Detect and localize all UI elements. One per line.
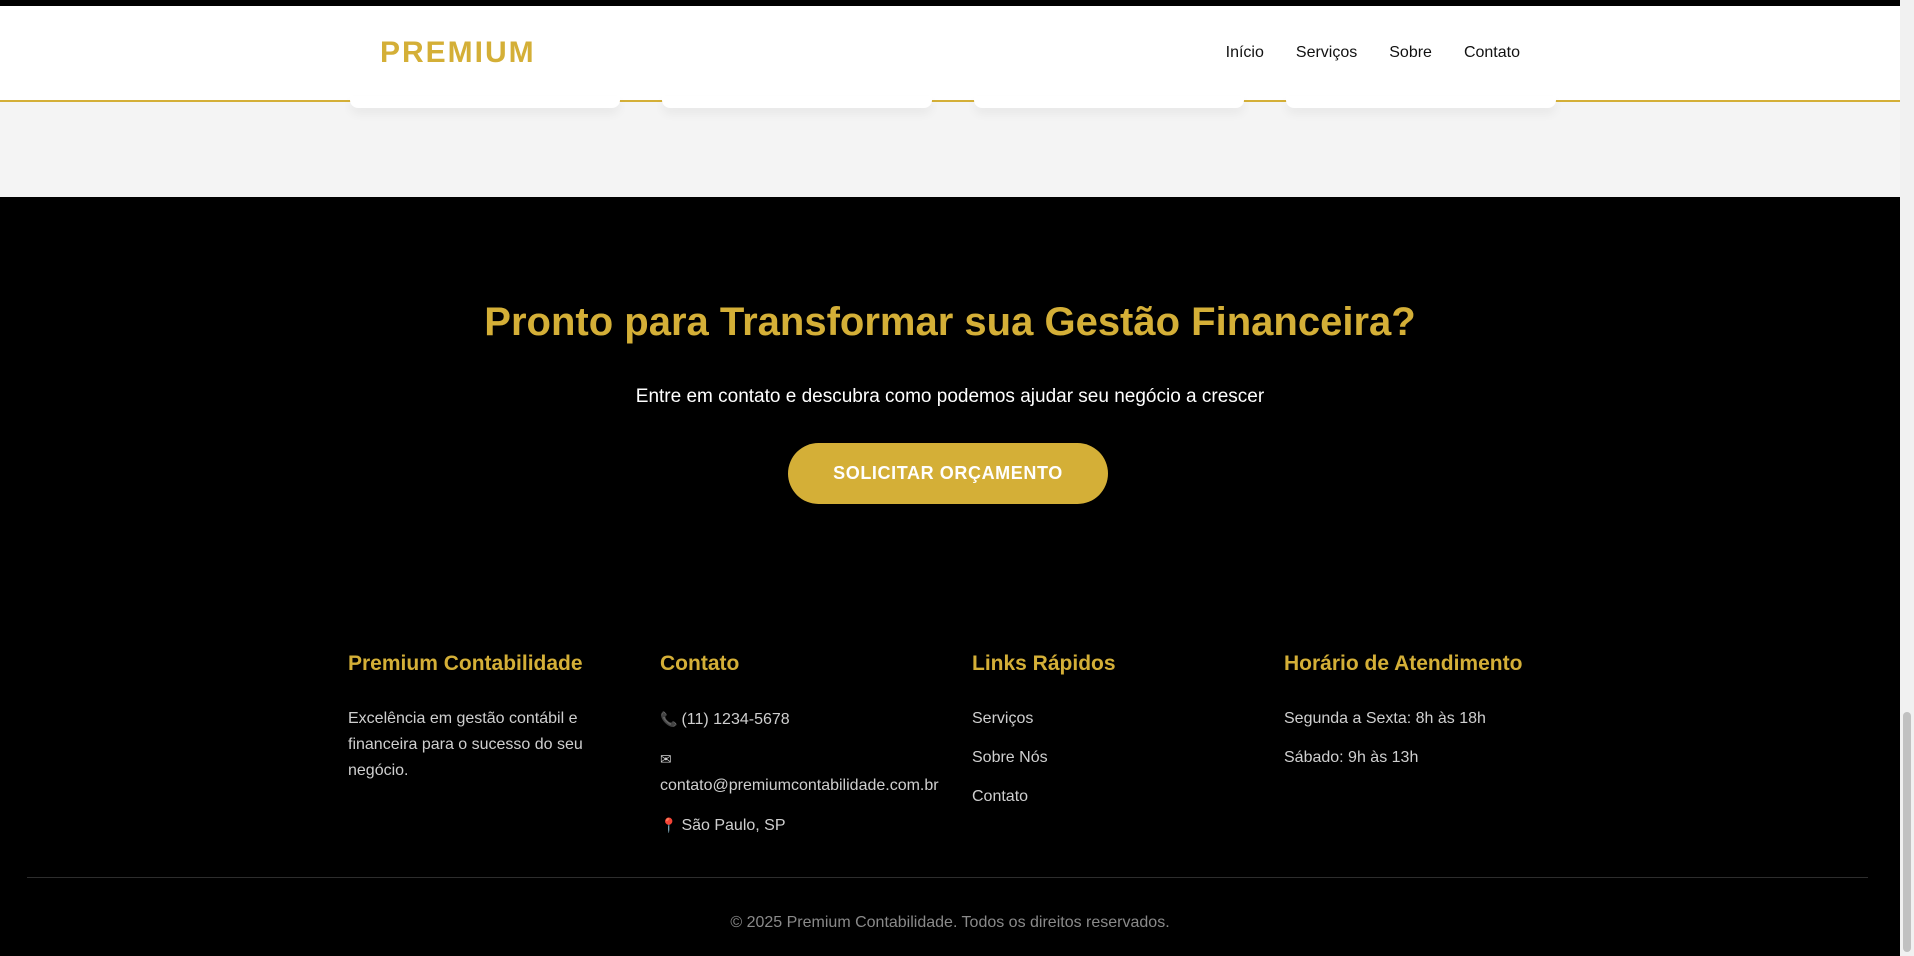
nav-link-sobre[interactable]: Sobre	[1389, 44, 1432, 62]
nav-link-inicio[interactable]: Início	[1226, 44, 1264, 62]
nav-link-servicos[interactable]: Serviços	[1296, 44, 1357, 62]
request-quote-button[interactable]: SOLICITAR ORÇAMENTO	[788, 443, 1108, 504]
contact-location: 📍 São Paulo, SP	[660, 812, 950, 839]
footer-contact-title: Contato	[660, 652, 740, 675]
hours-weekdays: Segunda a Sexta: 8h às 18h	[1284, 710, 1486, 727]
service-card-edge	[350, 96, 620, 108]
phone-icon: 📞	[660, 711, 678, 727]
service-card-edge	[662, 96, 932, 108]
footer-about-text: Excelência em gestão contábil e financei…	[348, 710, 583, 779]
brand-logo[interactable]: PREMIUM	[380, 36, 536, 70]
service-card-edge	[1286, 96, 1556, 108]
services-section-bottom	[0, 102, 1900, 197]
footer-hours-title: Horário de Atendimento	[1284, 652, 1523, 675]
footer-about-title: Premium Contabilidade	[348, 652, 583, 675]
contact-email-text: contato@premiumcontabilidade.com.br	[660, 777, 939, 794]
footer-link-contato[interactable]: Contato	[972, 788, 1028, 805]
site-header: PREMIUM Início Serviços Sobre Contato	[0, 6, 1900, 102]
envelope-icon: ✉	[660, 751, 672, 767]
footer-about: Premium Contabilidade Excelência em gest…	[348, 652, 598, 784]
scrollbar-thumb[interactable]	[1903, 712, 1911, 952]
contact-phone: 📞 (11) 1234-5678	[660, 706, 950, 733]
page-scrollbar[interactable]	[1900, 0, 1914, 956]
main-nav: Início Serviços Sobre Contato	[1226, 44, 1520, 62]
map-pin-icon: 📍	[660, 817, 678, 833]
page: PREMIUM Início Serviços Sobre Contato Pr…	[0, 0, 1900, 956]
cta-text: Entre em contato e descubra como podemos…	[635, 386, 1265, 407]
footer-links-title: Links Rápidos	[972, 652, 1116, 675]
contact-phone-text: (11) 1234-5678	[681, 711, 790, 728]
nav-link-contato[interactable]: Contato	[1464, 44, 1520, 62]
contact-email: ✉ contato@premiumcontabilidade.com.br	[660, 746, 950, 799]
service-card-edge	[974, 96, 1244, 108]
hours-saturday: Sábado: 9h às 13h	[1284, 749, 1419, 766]
footer-link-servicos[interactable]: Serviços	[972, 710, 1033, 727]
copyright-text: © 2025 Premium Contabilidade. Todos os d…	[730, 914, 1170, 931]
cta-title: Pronto para Transformar sua Gestão Finan…	[484, 300, 1416, 344]
footer-contact: Contato 📞 (11) 1234-5678 ✉ contato@premium…	[660, 652, 950, 852]
footer-divider	[27, 877, 1868, 878]
footer-link-sobre-nos[interactable]: Sobre Nós	[972, 749, 1048, 766]
contact-location-text: São Paulo, SP	[681, 817, 786, 834]
footer-hours: Horário de Atendimento Segunda a Sexta: …	[1284, 652, 1574, 784]
footer-links: Links Rápidos Serviços Sobre Nós Contato	[972, 652, 1222, 823]
